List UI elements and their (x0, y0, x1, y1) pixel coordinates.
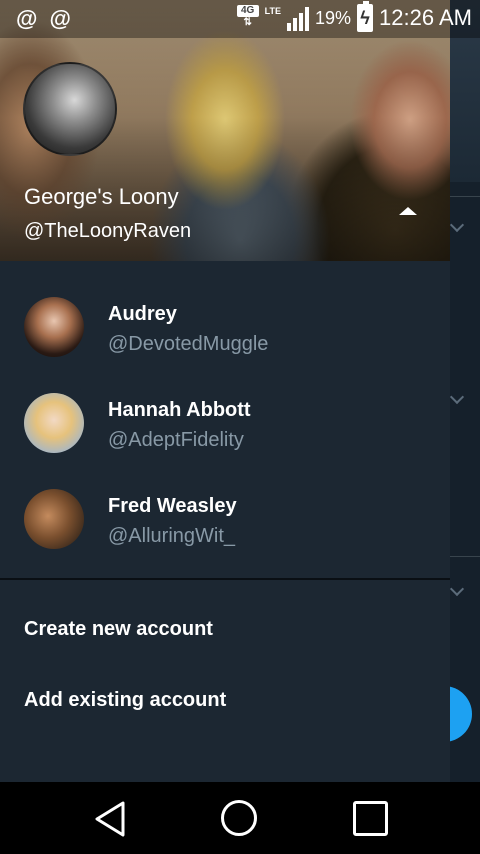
chevron-down-icon (449, 389, 465, 405)
account-item-audrey[interactable]: Audrey @DevotedMuggle (0, 297, 450, 393)
avatar (24, 393, 84, 453)
home-icon[interactable] (221, 800, 257, 836)
network-type-label: 4G (236, 5, 259, 17)
signal-strength-icon (287, 5, 310, 31)
account-handle: @AlluringWit_ (108, 525, 236, 547)
collapse-accounts-caret-icon[interactable] (399, 207, 417, 215)
account-drawer: George's Loony @TheLoonyRaven Audrey @De… (0, 0, 450, 782)
back-icon[interactable] (92, 800, 128, 838)
divider (0, 578, 450, 580)
account-item-fred-weasley[interactable]: Fred Weasley @AlluringWit_ (0, 489, 450, 585)
account-handle: @AdeptFidelity (108, 429, 244, 451)
profile-handle: @TheLoonyRaven (24, 220, 192, 242)
lte-label: LTE (264, 6, 282, 16)
battery-percent: 19% (315, 7, 352, 28)
chevron-down-icon (449, 217, 465, 233)
chevron-down-icon (449, 581, 465, 597)
add-existing-account-button[interactable]: Add existing account (24, 689, 226, 712)
account-name: Fred Weasley (108, 495, 237, 517)
battery-charging-icon (357, 1, 374, 32)
create-new-account-button[interactable]: Create new account (24, 618, 213, 641)
notification-at-icon: @ (16, 6, 38, 31)
account-handle: @DevotedMuggle (108, 333, 269, 355)
account-name: Hannah Abbott (108, 399, 251, 421)
system-nav-bar (0, 782, 480, 854)
status-bar: @ @ 4G ⇅ LTE 19% 12:26 AM (0, 0, 480, 38)
profile-name: George's Loony (24, 184, 179, 209)
clock: 12:26 AM (379, 5, 472, 30)
notification-at-icon: @ (49, 6, 71, 31)
network-type-icon: 4G ⇅ (236, 5, 259, 31)
account-name: Audrey (108, 303, 177, 325)
data-arrows-icon: ⇅ (243, 17, 252, 28)
avatar (24, 489, 84, 549)
background-divider (450, 556, 480, 557)
profile-avatar[interactable] (23, 62, 117, 156)
avatar (24, 297, 84, 357)
background-divider (450, 196, 480, 197)
recent-apps-icon[interactable] (353, 801, 388, 836)
account-item-hannah-abbott[interactable]: Hannah Abbott @AdeptFidelity (0, 393, 450, 489)
